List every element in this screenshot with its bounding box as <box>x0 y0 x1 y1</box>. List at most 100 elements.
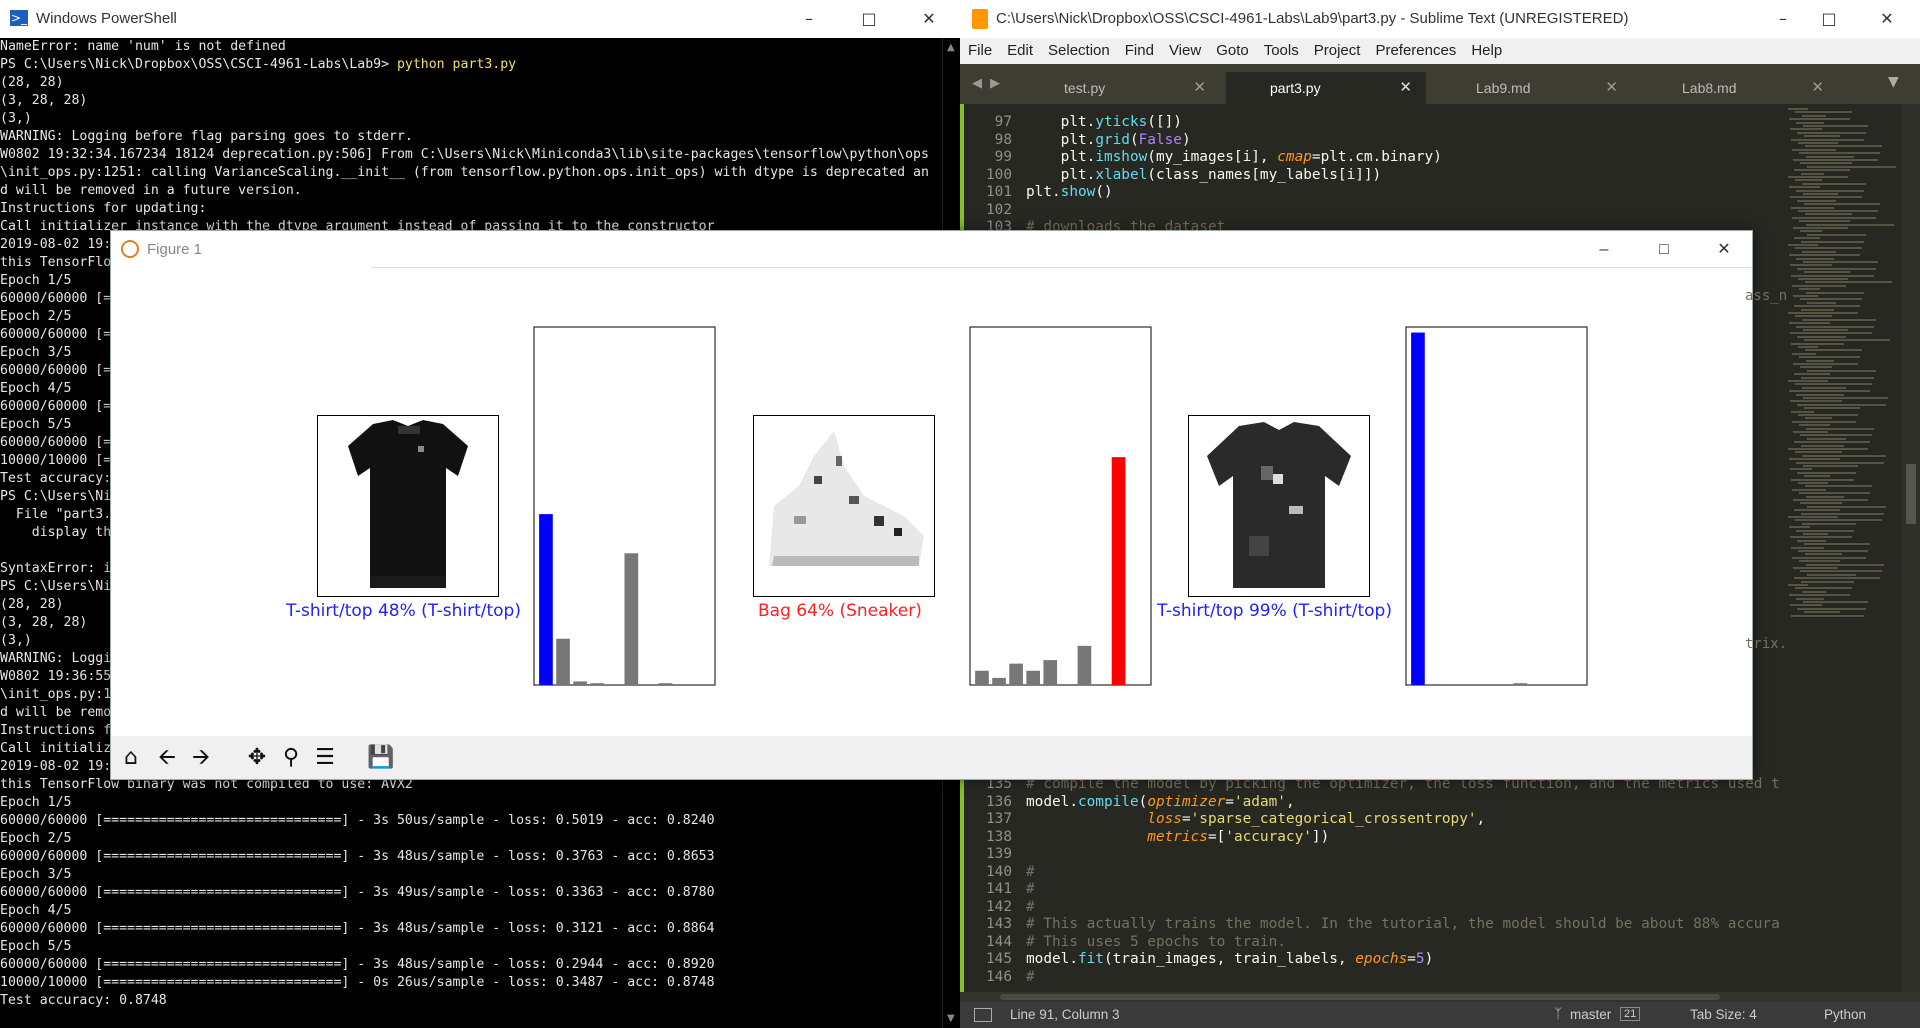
menu-tools[interactable]: Tools <box>1256 38 1306 59</box>
minimap-line <box>1801 240 1864 243</box>
maximize-icon[interactable]: □ <box>1806 0 1852 38</box>
close-icon[interactable]: ✕ <box>1864 0 1910 38</box>
code-line: 143 # This actually trains the model. In … <box>960 916 1780 934</box>
tshirt-image <box>318 416 498 596</box>
polo-image <box>1189 416 1369 596</box>
menu-file[interactable]: File <box>960 38 999 59</box>
menu-view[interactable]: View <box>1161 38 1208 59</box>
editor-hscrollbar[interactable] <box>960 992 1920 1002</box>
minimize-icon[interactable]: – <box>1581 231 1627 269</box>
console-line: (3,) <box>0 111 32 126</box>
powershell-titlebar[interactable]: >_ Windows PowerShell – □ ✕ <box>0 0 960 38</box>
console-line: Test accuracy: 0.8748 <box>0 993 167 1008</box>
console-line: d will be removed in a future version. <box>0 183 302 198</box>
code-line: 141 # <box>960 881 1780 899</box>
minimap-line <box>1805 349 1862 352</box>
tab-test-py[interactable]: test.py ✕ <box>1020 72 1220 104</box>
minimap-line <box>1799 220 1850 223</box>
configure-icon[interactable]: ☰ <box>309 742 341 774</box>
tab-next-icon[interactable]: ▶ <box>990 76 1000 91</box>
maximize-icon[interactable]: □ <box>846 0 892 38</box>
git-badge: 21 <box>1620 1007 1641 1021</box>
tab-lab9-md[interactable]: Lab9.md ✕ <box>1432 72 1632 104</box>
minimap-line <box>1803 601 1868 603</box>
forward-icon[interactable]: 🡪 <box>185 742 217 774</box>
git-branch[interactable]: master <box>1570 1007 1611 1022</box>
bar-class-6 <box>1077 645 1092 685</box>
code-line: 140 # <box>960 864 1780 882</box>
minimap-line <box>1800 230 1822 233</box>
image-panel-sneaker <box>753 415 935 597</box>
tab-dropdown-icon[interactable]: ▼ <box>1888 74 1899 90</box>
close-icon[interactable]: ✕ <box>906 0 952 38</box>
minimap-line <box>1791 342 1844 345</box>
close-tab-icon[interactable]: ✕ <box>1193 78 1206 96</box>
panel-toggle-icon[interactable] <box>974 1008 992 1022</box>
close-tab-icon[interactable]: ✕ <box>1399 78 1412 96</box>
save-icon[interactable]: 💾 <box>365 742 397 774</box>
menu-find[interactable]: Find <box>1117 38 1161 59</box>
minimap-line <box>1790 196 1862 199</box>
minimap-line <box>1789 186 1820 189</box>
syntax-mode[interactable]: Python <box>1824 1007 1866 1022</box>
maximize-icon[interactable]: □ <box>1641 231 1687 269</box>
code-line: 101 plt.show() <box>960 184 1442 202</box>
minimap-line <box>1805 485 1872 488</box>
minimap-line <box>1795 587 1852 590</box>
menu-edit[interactable]: Edit <box>999 38 1040 59</box>
minimap-line <box>1798 414 1858 416</box>
minimap-line <box>1802 318 1876 321</box>
minimap-line <box>1791 614 1864 617</box>
tab-part3-py[interactable]: part3.py ✕ <box>1226 72 1426 104</box>
console-line: Epoch 2/5 <box>0 831 72 846</box>
line-number: 142 <box>986 898 1012 915</box>
close-tab-icon[interactable]: ✕ <box>1605 78 1618 96</box>
minimap-line <box>1796 325 1874 328</box>
minimap-line <box>1789 526 1810 529</box>
figure-titlebar[interactable]: Figure 1 – □ ✕ <box>111 231 1752 267</box>
bar-class-2 <box>1009 663 1023 685</box>
console-line: (28, 28) <box>0 75 64 90</box>
minimize-icon[interactable]: – <box>786 0 832 38</box>
menu-help[interactable]: Help <box>1463 38 1509 59</box>
minimap-line <box>1788 176 1848 178</box>
minimap[interactable] <box>1780 104 1900 992</box>
minimap-line <box>1799 560 1840 563</box>
code-text: model.compile(optimizer='adam', <box>1026 793 1295 810</box>
tab-prev-icon[interactable]: ◀ <box>972 76 982 91</box>
minimap-line <box>1795 451 1842 454</box>
minimap-line <box>1793 567 1838 569</box>
pan-icon[interactable]: ✥ <box>241 742 273 774</box>
minimap-line <box>1802 250 1836 253</box>
close-tab-icon[interactable]: ✕ <box>1811 78 1824 96</box>
tab-size[interactable]: Tab Size: 4 <box>1690 1007 1757 1022</box>
minimap-line <box>1801 376 1874 379</box>
bar-class-1 <box>992 677 1006 685</box>
menu-preferences[interactable]: Preferences <box>1367 38 1463 59</box>
minimap-line <box>1797 267 1876 270</box>
editor-scrollbar[interactable] <box>1902 104 1920 992</box>
sublime-titlebar[interactable]: C:\Users\Nick\Dropbox\OSS\CSCI-4961-Labs… <box>960 0 1920 38</box>
menu-project[interactable]: Project <box>1306 38 1368 59</box>
figure-window: Figure 1 – □ ✕ T-shirt/top 48% (T-shirt/… <box>110 230 1753 780</box>
minimap-line <box>1792 488 1826 491</box>
minimap-line <box>1797 131 1866 134</box>
line-number: 97 <box>994 114 1012 130</box>
menu-goto[interactable]: Goto <box>1208 38 1256 59</box>
prediction-caption-1: T-shirt/top 48% (T-shirt/top) <box>286 601 521 621</box>
minimap-line <box>1796 529 1854 532</box>
minimap-line <box>1797 607 1866 610</box>
code-line: 99 plt.imshow(my_images[i], cmap=plt.cm.… <box>960 149 1442 167</box>
minimap-line <box>1796 461 1884 464</box>
zoom-icon[interactable]: ⚲ <box>275 742 307 774</box>
minimap-line <box>1807 437 1846 440</box>
home-icon[interactable]: ⌂ <box>115 742 147 774</box>
minimap-line <box>1798 278 1848 280</box>
code-line: 102 <box>960 202 1442 220</box>
close-icon[interactable]: ✕ <box>1701 231 1747 269</box>
line-number: 102 <box>986 201 1012 218</box>
menu-selection[interactable]: Selection <box>1040 38 1117 59</box>
tab-lab8-md[interactable]: Lab8.md ✕ <box>1638 72 1838 104</box>
back-icon[interactable]: 🡨 <box>151 742 183 774</box>
minimize-icon[interactable]: – <box>1760 0 1806 38</box>
